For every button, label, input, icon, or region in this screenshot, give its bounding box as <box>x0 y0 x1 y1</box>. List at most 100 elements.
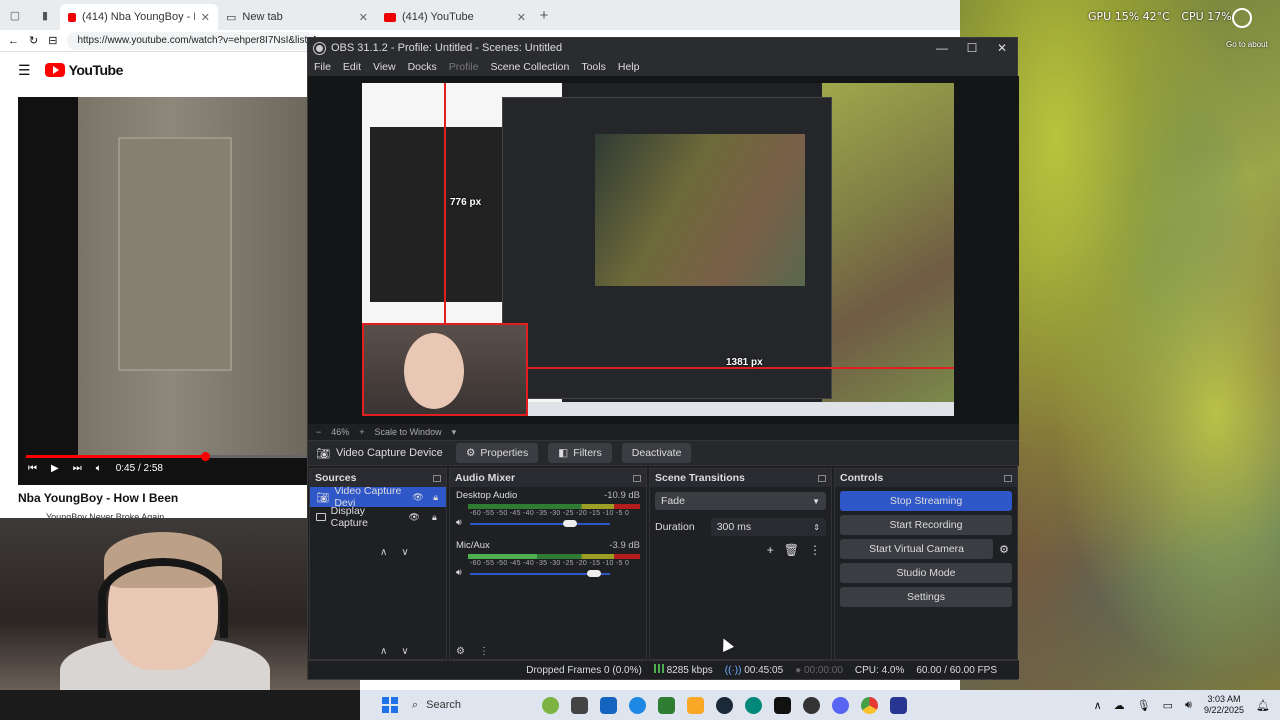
menu-view[interactable]: View <box>373 61 396 73</box>
speaker-icon[interactable]: 🔊︎ <box>456 517 640 528</box>
taskbar-clock[interactable]: 3:03 AM 9/22/2025 <box>1204 694 1244 716</box>
more-options-icon[interactable]: ⋮ <box>809 543 821 557</box>
site-info-icon[interactable]: ⊟ <box>48 34 57 47</box>
preview-webcam-source[interactable] <box>362 323 528 416</box>
windows-start-icon[interactable] <box>382 697 398 713</box>
audio-mixer-header: Audio Mixer <box>450 469 646 487</box>
studio-mode-button[interactable]: Studio Mode <box>840 563 1012 583</box>
pinned-tab-icon[interactable]: ▮ <box>30 0 60 30</box>
advanced-audio-icon[interactable]: ⚙ <box>456 646 465 657</box>
close-tab-icon[interactable]: ✕ <box>201 11 210 24</box>
settings-button[interactable]: Settings <box>840 587 1012 607</box>
microphone-icon[interactable]: 🎙︎ <box>1137 699 1151 712</box>
visibility-eye-icon[interactable]: 👁︎ <box>412 492 425 503</box>
menu-tools[interactable]: Tools <box>581 61 606 73</box>
menu-profile[interactable]: Profile <box>449 61 479 73</box>
tab-new-tab[interactable]: ▭ New tab ✕ <box>218 4 376 30</box>
zoom-in-icon[interactable]: + <box>359 427 364 437</box>
new-tab-plus-icon[interactable]: + <box>534 7 554 24</box>
start-recording-button[interactable]: Start Recording <box>840 515 1012 535</box>
lock-icon[interactable]: 🔒︎ <box>427 512 442 523</box>
search-label: Search <box>426 699 462 711</box>
back-arrow-icon[interactable]: ← <box>8 35 19 47</box>
edge-icon[interactable] <box>745 696 762 714</box>
close-tab-icon[interactable]: ✕ <box>517 11 526 24</box>
transition-select[interactable]: Fade ▼ <box>655 492 826 510</box>
trash-icon[interactable]: 🗑︎ <box>784 543 799 557</box>
lock-icon[interactable]: 🔒︎ <box>429 492 442 503</box>
stop-streaming-button[interactable]: Stop Streaming <box>840 491 1012 511</box>
properties-button[interactable]: ⚙ Properties <box>456 443 539 463</box>
start-virtual-camera-button[interactable]: Start Virtual Camera <box>840 539 994 559</box>
widgets-icon[interactable] <box>542 696 559 714</box>
minimize-icon[interactable]: — <box>927 41 957 55</box>
obs-taskbar-icon[interactable] <box>803 696 820 714</box>
menu-file[interactable]: File <box>314 61 331 73</box>
program-preview[interactable]: 776 px 1381 px <box>362 83 954 416</box>
url-field[interactable]: https://www.youtube.com/watch?v=ehper8I7… <box>67 31 318 50</box>
tab-actions-icon[interactable]: ▢ <box>0 0 30 30</box>
chevron-up-icon[interactable]: ∧ <box>1094 699 1102 712</box>
volume-icon[interactable]: 🔈︎ <box>96 463 102 474</box>
steam-icon[interactable] <box>716 696 733 714</box>
close-tab-icon[interactable]: ✕ <box>359 11 368 24</box>
visibility-eye-icon[interactable]: 👁︎ <box>407 512 422 523</box>
duration-spinbox[interactable]: 300 ms ⇕ <box>710 518 826 536</box>
move-up-icon[interactable]: ∧ <box>380 646 387 657</box>
copilot-icon[interactable] <box>629 696 646 714</box>
discord-icon[interactable] <box>832 696 849 714</box>
undock-icon[interactable] <box>433 474 441 482</box>
spin-arrows-icon[interactable]: ⇕ <box>813 523 820 532</box>
store-icon[interactable] <box>600 696 617 714</box>
undock-icon[interactable] <box>633 474 641 482</box>
close-icon[interactable]: ✕ <box>987 41 1017 55</box>
video-player[interactable]: ⏮ ▶ ⏭ 🔈︎ 0:45 / 2:58 <box>18 97 308 485</box>
pen-app-icon[interactable] <box>890 696 907 714</box>
menu-edit[interactable]: Edit <box>343 61 361 73</box>
move-up-icon[interactable]: ∧ <box>380 547 387 558</box>
move-down-icon[interactable]: ∨ <box>401 646 408 657</box>
tiktok-icon[interactable] <box>774 696 791 714</box>
file-explorer-icon[interactable] <box>687 696 704 714</box>
zoom-out-icon[interactable]: − <box>316 427 321 437</box>
tab-label: (414) Nba YoungBoy - How I Been <box>82 11 195 23</box>
scale-mode[interactable]: Scale to Window <box>375 427 442 437</box>
chevron-down-icon[interactable]: ▾ <box>452 427 457 438</box>
video-progress-bar[interactable] <box>26 452 308 461</box>
network-icon[interactable]: ▭ <box>1163 699 1173 712</box>
reload-icon[interactable]: ↻ <box>29 34 38 47</box>
undock-icon[interactable] <box>818 474 826 482</box>
deactivate-button[interactable]: Deactivate <box>621 443 692 463</box>
add-icon[interactable]: + <box>767 543 774 557</box>
overlay-icon[interactable] <box>1232 8 1252 28</box>
menu-help[interactable]: Help <box>618 61 640 73</box>
play-icon[interactable]: ▶ <box>51 463 59 474</box>
task-view-icon[interactable] <box>571 696 588 714</box>
menu-scene-collection[interactable]: Scene Collection <box>491 61 570 73</box>
source-item-display-capture[interactable]: Display Capture 👁︎ 🔒︎ <box>310 505 446 529</box>
more-options-icon[interactable]: ⋮ <box>479 646 489 657</box>
tab-youtube-video[interactable]: (414) Nba YoungBoy - How I Been ✕ <box>60 4 218 30</box>
taskbar-search[interactable]: ⌕ Search <box>412 699 522 712</box>
gear-icon[interactable]: ⚙ <box>999 543 1009 556</box>
source-item-video-capture[interactable]: 📷︎ Video Capture Devi 👁︎ 🔒︎ <box>310 485 446 509</box>
onedrive-icon[interactable]: ☁ <box>1114 699 1125 712</box>
gamepass-icon[interactable] <box>658 696 675 714</box>
youtube-logo[interactable]: YouTube <box>44 62 123 78</box>
filters-button[interactable]: ◧ Filters <box>548 443 612 463</box>
channel-db: -10.9 dB <box>604 490 640 501</box>
guide-measure-horizontal: 1381 px <box>726 357 763 368</box>
progress-scrubber[interactable] <box>200 452 210 461</box>
chrome-icon[interactable] <box>861 696 878 714</box>
volume-icon[interactable]: 🔊︎ <box>1185 699 1192 712</box>
maximize-icon[interactable]: ☐ <box>957 41 987 55</box>
notifications-bell-icon[interactable]: 🔔︎ <box>1256 699 1270 712</box>
next-icon[interactable]: ⏭ <box>73 463 82 474</box>
previous-icon[interactable]: ⏮ <box>28 463 37 474</box>
speaker-icon[interactable]: 🔊︎ <box>456 567 640 578</box>
move-down-icon[interactable]: ∨ <box>401 547 408 558</box>
undock-icon[interactable] <box>1004 474 1012 482</box>
tab-youtube-home[interactable]: (414) YouTube ✕ <box>376 4 534 30</box>
hamburger-menu-icon[interactable]: ☰ <box>18 62 31 79</box>
menu-docks[interactable]: Docks <box>408 61 437 73</box>
